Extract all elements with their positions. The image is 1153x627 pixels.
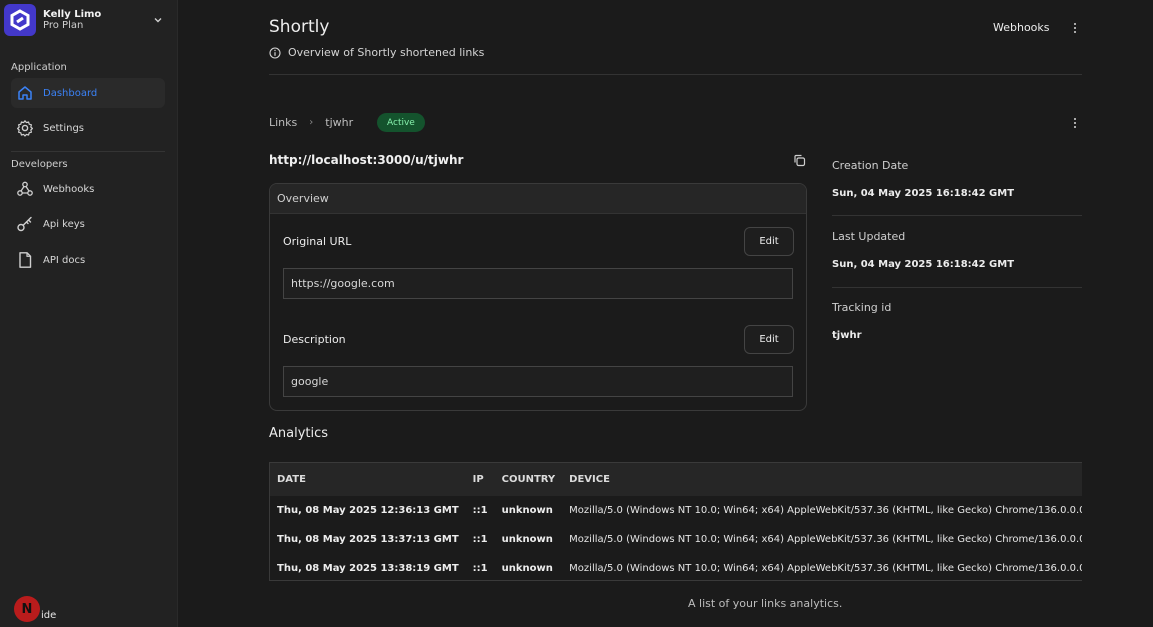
column-header-device: DEVICE [569, 474, 610, 485]
column-header-ip: IP [472, 474, 484, 485]
account-name: Kelly Limo [43, 9, 102, 20]
breadcrumb: Links › tjwhr [269, 116, 353, 129]
cell-country: unknown [501, 563, 553, 574]
original-url-field[interactable]: https://google.com [283, 268, 793, 299]
cell-ip: ::1 [472, 505, 488, 516]
description-field[interactable]: google [283, 366, 793, 397]
sidebar-item-label: Dashboard [43, 87, 98, 99]
short-url: http://localhost:3000/u/tjwhr [269, 153, 464, 167]
column-header-date: DATE [277, 474, 306, 485]
cell-country: unknown [501, 534, 553, 545]
page-title: Shortly [269, 17, 330, 37]
sidebar-item-settings[interactable]: Settings [11, 113, 165, 143]
header-divider [269, 74, 1082, 75]
overview-card: Overview Original URL Edit https://googl… [269, 183, 807, 411]
info-icon [269, 46, 281, 59]
document-icon [19, 252, 32, 268]
section-label-application: Application [11, 62, 67, 73]
meta-divider [832, 215, 1082, 216]
sidebar-item-dashboard[interactable]: Dashboard [11, 78, 165, 108]
copy-icon[interactable] [793, 154, 806, 167]
sidebar: Kelly Limo Pro Plan Application Dashboar… [0, 0, 178, 627]
cell-ip: ::1 [472, 534, 488, 545]
sidebar-item-api-docs[interactable]: API docs [11, 245, 165, 275]
sidebar-item-label: Api keys [43, 218, 85, 230]
status-badge: Active [377, 113, 425, 132]
hide-sidebar-label[interactable]: ide [41, 610, 56, 621]
dev-tools-badge[interactable]: N [14, 596, 40, 622]
last-updated-label: Last Updated [832, 230, 906, 243]
brand-logo-icon [4, 4, 36, 36]
section-label-developers: Developers [11, 159, 68, 170]
breadcrumb-current: tjwhr [325, 116, 354, 129]
meta-divider [832, 287, 1082, 288]
creation-date-label: Creation Date [832, 159, 909, 172]
last-updated-value: Sun, 04 May 2025 16:18:42 GMT [832, 259, 1015, 270]
account-switcher[interactable]: Kelly Limo Pro Plan [4, 4, 168, 36]
cell-date: Thu, 08 May 2025 13:38:19 GMT [277, 563, 459, 574]
gear-icon [17, 120, 33, 137]
cell-device: Mozilla/5.0 (Windows NT 10.0; Win64; x64… [569, 534, 1082, 545]
sidebar-item-label: Webhooks [43, 183, 95, 195]
edit-description-button[interactable]: Edit [744, 325, 794, 354]
creation-date-value: Sun, 04 May 2025 16:18:42 GMT [832, 188, 1015, 199]
webhooks-link[interactable]: Webhooks [993, 21, 1050, 34]
analytics-table: DATE IP COUNTRY DEVICE Thu, 08 May 2025 … [269, 462, 1082, 581]
account-plan: Pro Plan [43, 20, 84, 31]
chevron-right-icon: › [309, 117, 314, 128]
sidebar-item-webhooks[interactable]: Webhooks [11, 174, 165, 204]
cell-device: Mozilla/5.0 (Windows NT 10.0; Win64; x64… [569, 505, 1082, 516]
link-more-vertical-icon[interactable] [1069, 116, 1081, 130]
table-row: Thu, 08 May 2025 12:36:13 GMT ::1 unknow… [270, 496, 1082, 525]
analytics-title: Analytics [269, 426, 329, 441]
key-icon [17, 216, 32, 232]
table-row: Thu, 08 May 2025 13:38:19 GMT ::1 unknow… [270, 554, 1082, 580]
table-row: Thu, 08 May 2025 13:37:13 GMT ::1 unknow… [270, 525, 1082, 554]
column-header-country: COUNTRY [501, 474, 556, 485]
home-icon [18, 86, 32, 100]
cell-ip: ::1 [472, 563, 488, 574]
cell-date: Thu, 08 May 2025 13:37:13 GMT [277, 534, 459, 545]
breadcrumb-links[interactable]: Links [269, 116, 297, 129]
sidebar-divider [11, 151, 165, 152]
table-header-row: DATE IP COUNTRY DEVICE [270, 463, 1082, 496]
tracking-id-label: Tracking id [832, 301, 892, 314]
cell-country: unknown [501, 505, 553, 516]
more-vertical-icon[interactable] [1069, 21, 1081, 35]
sidebar-item-label: Settings [43, 122, 85, 134]
cell-device: Mozilla/5.0 (Windows NT 10.0; Win64; x64… [569, 563, 1082, 574]
cell-date: Thu, 08 May 2025 12:36:13 GMT [277, 505, 459, 516]
original-url-label: Original URL [283, 235, 352, 248]
sidebar-item-label: API docs [43, 254, 86, 266]
page-subtitle-text: Overview of Shortly shortened links [288, 46, 485, 59]
page-subtitle: Overview of Shortly shortened links [269, 46, 484, 59]
overview-title: Overview [270, 184, 806, 214]
tracking-id-value: tjwhr [832, 330, 862, 341]
webhook-icon [17, 181, 33, 196]
description-label: Description [283, 333, 346, 346]
table-caption: A list of your links analytics. [688, 597, 843, 610]
chevron-down-icon [154, 18, 162, 23]
sidebar-item-api-keys[interactable]: Api keys [11, 209, 165, 239]
badge-letter: N [21, 601, 33, 617]
edit-original-url-button[interactable]: Edit [744, 227, 794, 256]
